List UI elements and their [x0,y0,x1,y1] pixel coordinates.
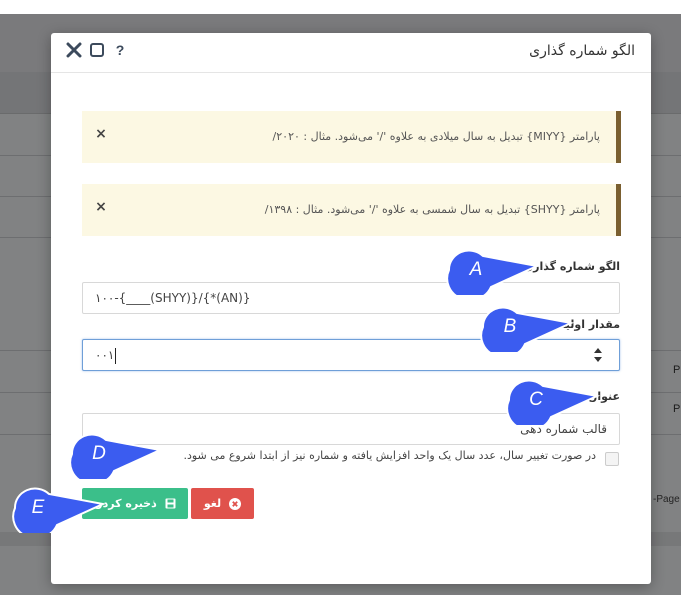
alert-text: پارامتر {SHYY} تبدیل به سال شمسی به علاو… [264,203,600,216]
callout-c: C [503,379,603,425]
alert-close-icon[interactable]: × [94,200,108,214]
cancel-button[interactable]: لغو [191,488,254,519]
callout-letter: B [503,316,517,337]
number-spinner[interactable] [593,347,603,364]
reset-on-year-change-label: در صورت تغییر سال، عدد سال یک واحد افزای… [183,449,596,462]
reset-on-year-change-checkbox[interactable] [605,452,619,466]
alert-text: پارامتر {MIYY} تبدیل به سال میلادی به عل… [272,130,600,143]
cancel-circle-icon [229,497,242,510]
top-strip [0,0,681,14]
callout-a: A [443,249,543,295]
callout-b: B [477,306,577,352]
dialog-title: الگو شماره گذاری [529,43,635,59]
help-icon[interactable]: ? [111,41,129,59]
callout-e: E [9,487,109,533]
callout-letter: E [31,497,45,518]
callout-letter: D [92,443,106,464]
dialog-header-icons: ? [65,41,129,59]
text-caret [115,347,117,364]
dialog-header: ? الگو شماره گذاری [51,33,651,73]
spinner-up-icon[interactable] [594,348,602,353]
close-icon[interactable] [65,41,83,59]
maximize-icon[interactable] [88,41,106,59]
callout-d: D [66,433,166,479]
cancel-button-label: لغو [203,497,222,510]
floppy-disk-icon [165,498,177,510]
alert-close-icon[interactable]: × [94,127,108,141]
callout-letter: C [529,389,543,410]
spinner-down-icon[interactable] [594,357,602,362]
alert-miyy: پارامتر {MIYY} تبدیل به سال میلادی به عل… [82,111,621,163]
callout-letter: A [469,259,483,280]
initial-value-text: ۰۰۱ [95,348,115,362]
alert-shyy: پارامتر {SHYY} تبدیل به سال شمسی به علاو… [82,184,621,236]
